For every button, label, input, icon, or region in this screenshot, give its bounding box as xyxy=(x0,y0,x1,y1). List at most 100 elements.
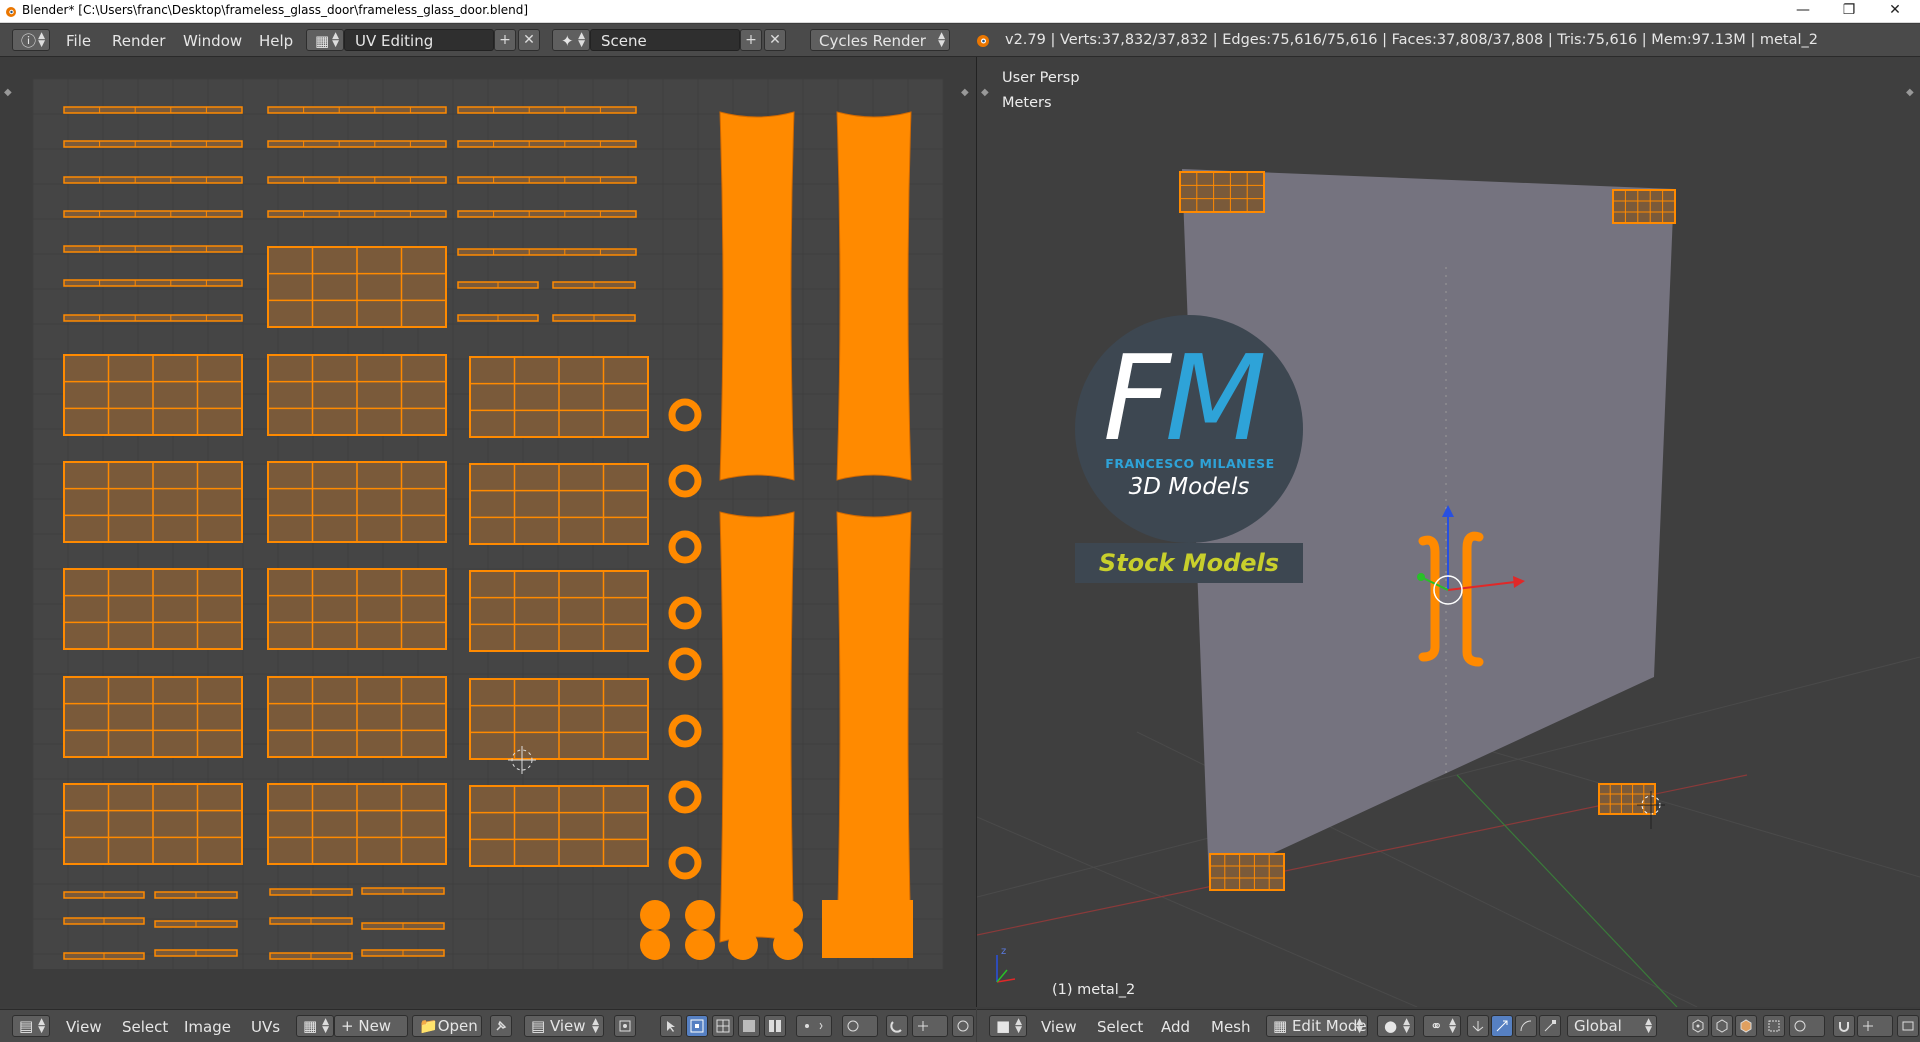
shading-dropdown[interactable]: ● ▲ ▼ xyxy=(1377,1015,1415,1037)
vp-menu-add[interactable]: Add xyxy=(1161,1018,1190,1036)
hinge-patch xyxy=(1612,189,1676,224)
uv-island xyxy=(469,570,649,652)
uv-strip xyxy=(63,140,243,148)
translate-manipulator-icon[interactable] xyxy=(1491,1015,1513,1037)
logo-name: FRANCESCO MILANESE xyxy=(1105,456,1275,471)
uv-strip xyxy=(267,106,447,114)
rotate-manipulator-icon[interactable] xyxy=(1515,1015,1537,1037)
uv-strip xyxy=(267,176,447,184)
image-browse-button[interactable]: ▦ ▲ ▼ xyxy=(296,1015,334,1037)
menu-help[interactable]: Help xyxy=(259,32,293,50)
vp-menu-select[interactable]: Select xyxy=(1097,1018,1143,1036)
active-object-label: (1) metal_2 xyxy=(1052,982,1136,998)
menu-window[interactable]: Window xyxy=(183,32,242,50)
proportional-editing-icon[interactable] xyxy=(1789,1015,1825,1037)
uv-strip xyxy=(361,887,445,895)
pivot-icon[interactable] xyxy=(614,1015,636,1037)
manipulator-toggle-icon[interactable] xyxy=(1467,1015,1489,1037)
pivot-point-icon[interactable] xyxy=(796,1015,832,1037)
editor-type-button[interactable]: ▤ ▲ ▼ xyxy=(12,1015,50,1037)
restore-icon[interactable]: ❐ xyxy=(1826,0,1872,22)
window-title: Blender* [C:\Users\franc\Desktop\framele… xyxy=(22,3,529,17)
uv-strip xyxy=(457,248,637,256)
face-select-mode-icon[interactable] xyxy=(1735,1015,1757,1037)
uv-region-toggle-right-icon: ◆ xyxy=(961,87,969,98)
watermark-logo: FM FRANCESCO MILANESE 3D Models Stock Mo… xyxy=(1075,315,1305,585)
render-engine-label: Cycles Render xyxy=(819,32,926,50)
uv-editor-header: ▤ ▲ ▼ View Select Image UVs ▦ ▲ ▼ + New 📁Ope… xyxy=(0,1009,976,1042)
blender-logo-icon xyxy=(977,35,989,47)
menu-render[interactable]: Render xyxy=(112,32,165,50)
sticky-select-icon[interactable] xyxy=(660,1015,682,1037)
blender-logo-icon xyxy=(6,7,16,17)
snap-target-icon[interactable] xyxy=(912,1015,948,1037)
screen-layout-selector[interactable]: ▦ ▲ ▼ xyxy=(306,29,344,51)
uv-view-mode-dropdown[interactable]: ▤ View ▲ ▼ xyxy=(524,1015,604,1037)
uv-strip xyxy=(63,917,145,925)
open-image-label: Open xyxy=(437,1017,478,1035)
logo-banner: Stock Models xyxy=(1075,543,1303,583)
limit-selection-icon[interactable] xyxy=(1763,1015,1785,1037)
uv-strip xyxy=(63,952,145,960)
uv-island xyxy=(469,785,649,867)
viewport-editor-type-button[interactable]: ■ ▲ ▼ xyxy=(989,1015,1027,1037)
uv-disc xyxy=(685,900,715,930)
logo-initial-m: M xyxy=(1164,329,1267,467)
transform-orientation-dropdown[interactable]: Global ▲ ▼ xyxy=(1567,1015,1657,1037)
edge-select-mode-icon[interactable] xyxy=(1711,1015,1733,1037)
add-screen-icon[interactable]: + xyxy=(494,29,516,51)
uv-edge-select-icon[interactable] xyxy=(712,1015,734,1037)
scene-field[interactable]: Scene xyxy=(590,29,740,51)
uv-handle-strip xyxy=(836,111,912,481)
hinge-patch xyxy=(1209,853,1285,891)
vp-menu-mesh[interactable]: Mesh xyxy=(1211,1018,1251,1036)
info-header: ⓘ ▲ ▼ File Render Window Help ▦ ▲ ▼ UV Editi… xyxy=(0,24,1920,57)
snap-element-icon[interactable] xyxy=(1857,1015,1893,1037)
uv-island-select-icon[interactable] xyxy=(764,1015,786,1037)
editor-type-info-button[interactable]: ⓘ ▲ ▼ xyxy=(12,29,50,51)
new-image-button[interactable]: + New xyxy=(334,1015,408,1037)
screen-layout-field[interactable]: UV Editing xyxy=(344,29,494,51)
uv-island xyxy=(267,354,447,436)
close-icon[interactable]: ✕ xyxy=(1872,0,1918,22)
solid-shading-icon: ● xyxy=(1384,1017,1398,1035)
scene-selector[interactable]: ✦ ▲ ▼ xyxy=(552,29,590,51)
uv-menu-uvs[interactable]: UVs xyxy=(251,1018,280,1036)
delete-scene-icon[interactable]: ✕ xyxy=(764,29,786,51)
uv-canvas[interactable]: ◆ ◆ xyxy=(0,57,976,1007)
render-preview-icon[interactable] xyxy=(1897,1015,1919,1037)
delete-screen-icon[interactable]: ✕ xyxy=(518,29,540,51)
uv-island xyxy=(267,246,447,328)
view-mode-icon: ▤ xyxy=(531,1017,550,1035)
uv-image-editor[interactable]: ◆ ◆ xyxy=(0,57,977,1007)
proportional-edit-icon[interactable] xyxy=(842,1015,878,1037)
snap-magnet-icon[interactable] xyxy=(1833,1015,1855,1037)
open-image-button[interactable]: 📁Open xyxy=(412,1015,482,1037)
uv-menu-select[interactable]: Select xyxy=(122,1018,168,1036)
mode-dropdown[interactable]: ▦ Edit Mode ▲ ▼ xyxy=(1266,1015,1368,1037)
pivot-dropdown[interactable]: ⚭ ▲ ▼ xyxy=(1423,1015,1461,1037)
image-browse-icon: ▦ xyxy=(303,1017,318,1035)
vp-menu-view[interactable]: View xyxy=(1041,1018,1077,1036)
cube-icon: ■ xyxy=(996,1017,1011,1035)
minimize-icon[interactable]: — xyxy=(1780,0,1826,22)
render-engine-dropdown[interactable]: Cycles Render ▲ ▼ xyxy=(810,29,950,51)
uv-island xyxy=(267,676,447,758)
overlay-icon[interactable] xyxy=(952,1015,974,1037)
vertex-select-mode-icon[interactable] xyxy=(1687,1015,1709,1037)
uv-strip xyxy=(361,949,445,957)
add-scene-icon[interactable]: + xyxy=(740,29,762,51)
uv-menu-image[interactable]: Image xyxy=(184,1018,231,1036)
uv-face-select-icon[interactable] xyxy=(738,1015,760,1037)
hinge-patch xyxy=(1179,171,1265,213)
uv-strip xyxy=(457,281,539,289)
menu-file[interactable]: File xyxy=(66,32,91,50)
scale-manipulator-icon[interactable] xyxy=(1539,1015,1561,1037)
pin-icon[interactable] xyxy=(490,1015,512,1037)
uv-strip xyxy=(154,949,238,957)
uv-strip xyxy=(267,210,447,218)
viewport-region-toggle-right-icon: ◆ xyxy=(1906,87,1914,98)
snap-icon[interactable] xyxy=(886,1015,908,1037)
uv-vertex-select-icon[interactable] xyxy=(686,1015,708,1037)
uv-menu-view[interactable]: View xyxy=(66,1018,102,1036)
